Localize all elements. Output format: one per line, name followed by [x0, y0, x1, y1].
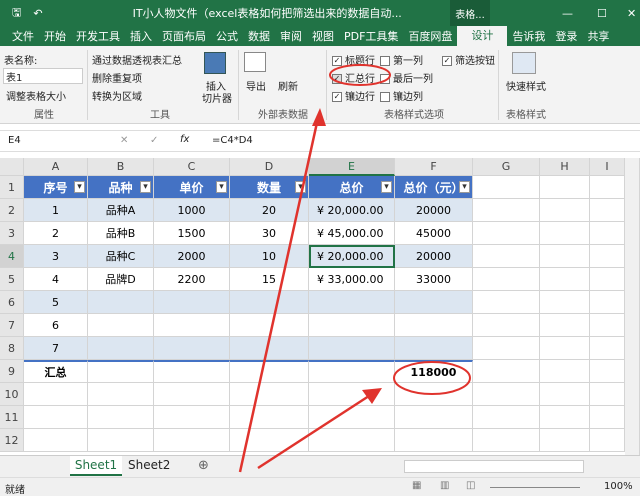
arrowhead-icon: [312, 108, 326, 126]
annotation-arrow-up: [238, 117, 320, 473]
annotation-circle-total: [393, 361, 471, 395]
annotation-overlay: [238, 64, 471, 473]
annotation-arrow-right: [257, 392, 373, 470]
annotation-circle-total-row: [329, 64, 391, 86]
arrowhead-icon: [362, 388, 382, 404]
